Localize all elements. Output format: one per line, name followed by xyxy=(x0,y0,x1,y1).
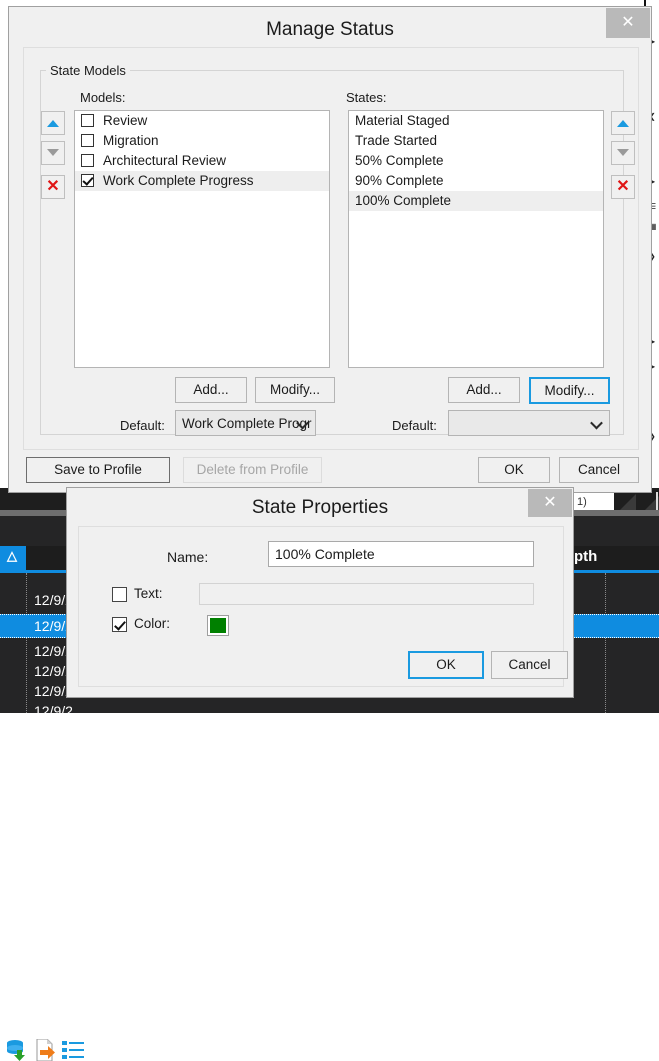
list-item[interactable]: Architectural Review xyxy=(75,151,329,171)
checkbox-icon[interactable] xyxy=(81,114,94,127)
list-item[interactable]: 50% Complete xyxy=(349,151,603,171)
state-properties-dialog: State Properties ✕ Name: 100% Complete T… xyxy=(66,487,574,698)
delete-x-icon: ✕ xyxy=(46,178,60,195)
list-item-label: Architectural Review xyxy=(103,153,227,168)
models-delete-button[interactable]: ✕ xyxy=(41,175,65,199)
states-move-up-button[interactable] xyxy=(611,111,635,135)
list-item[interactable]: Work Complete Progress xyxy=(75,171,329,191)
checkbox-icon[interactable] xyxy=(81,174,94,187)
list-item-label: Material Staged xyxy=(355,113,450,128)
chevron-down-icon xyxy=(617,149,629,156)
states-delete-button[interactable]: ✕ xyxy=(611,175,635,199)
background-active-tab[interactable]: 1) xyxy=(574,492,614,512)
manage-status-dialog: Manage Status ✕ State Models Models: Sta… xyxy=(8,6,652,493)
cancel-button[interactable]: Cancel xyxy=(559,457,639,483)
checkbox-icon[interactable] xyxy=(112,617,127,632)
close-icon[interactable]: ✕ xyxy=(606,8,650,38)
state-properties-title: State Properties xyxy=(251,497,389,518)
text-field xyxy=(199,583,534,605)
ok-button[interactable]: OK xyxy=(478,457,550,483)
checkbox-icon[interactable] xyxy=(112,587,127,602)
document-export-icon[interactable] xyxy=(34,1039,56,1061)
close-icon-glyph: ✕ xyxy=(621,14,635,31)
grid-cell-date[interactable]: 12/9/2 xyxy=(34,703,73,719)
name-label: Name: xyxy=(167,549,209,565)
chevron-up-icon xyxy=(47,120,59,127)
delete-from-profile-button: Delete from Profile xyxy=(183,457,322,483)
tab-divider xyxy=(656,492,658,510)
tab-shape-icon xyxy=(620,494,636,510)
list-item[interactable]: 90% Complete xyxy=(349,171,603,191)
models-caption: Models: xyxy=(80,90,126,105)
state-properties-content-panel: Name: 100% Complete Text: Color: OK Canc… xyxy=(78,526,568,687)
chevron-down-icon xyxy=(47,149,59,156)
grid-column-separator xyxy=(605,573,606,713)
save-to-profile-button[interactable]: Save to Profile xyxy=(26,457,170,483)
models-modify-button[interactable]: Modify... xyxy=(255,377,335,403)
models-listbox[interactable]: Review Migration Architectural Review Wo… xyxy=(74,110,330,368)
states-add-button[interactable]: Add... xyxy=(448,377,520,403)
database-import-icon[interactable] xyxy=(6,1039,28,1061)
list-item[interactable]: Review xyxy=(75,111,329,131)
states-listbox[interactable]: Material Staged Trade Started 50% Comple… xyxy=(348,110,604,368)
states-modify-button[interactable]: Modify... xyxy=(529,377,610,404)
models-default-caption: Default: xyxy=(120,418,165,433)
state-models-legend: State Models xyxy=(46,63,130,78)
models-default-combo[interactable]: Work Complete Progr xyxy=(175,410,316,436)
chevron-down-icon xyxy=(592,420,601,426)
close-icon[interactable]: ✕ xyxy=(528,489,572,517)
chevron-up-icon xyxy=(617,120,629,127)
checkbox-icon[interactable] xyxy=(81,154,94,167)
states-default-combo[interactable] xyxy=(448,410,610,436)
cancel-button[interactable]: Cancel xyxy=(491,651,568,679)
list-icon[interactable] xyxy=(62,1039,84,1061)
color-label: Color: xyxy=(134,616,171,631)
color-swatch-icon xyxy=(210,618,226,633)
grid-column-header-depth[interactable]: pth xyxy=(574,548,597,565)
chevron-down-icon xyxy=(298,420,307,426)
states-default-caption: Default: xyxy=(392,418,437,433)
grid-column-separator xyxy=(26,573,27,713)
checkbox-icon[interactable] xyxy=(81,134,94,147)
ok-button[interactable]: OK xyxy=(408,651,484,679)
list-item-label: 50% Complete xyxy=(355,153,444,168)
name-field[interactable]: 100% Complete xyxy=(268,541,534,567)
text-label: Text: xyxy=(134,586,163,601)
list-item[interactable]: Material Staged xyxy=(349,111,603,131)
models-default-value: Work Complete Progr xyxy=(182,416,312,431)
states-caption: States: xyxy=(346,90,387,105)
list-item[interactable]: 100% Complete xyxy=(349,191,603,211)
list-item-label: Work Complete Progress xyxy=(103,173,254,188)
delete-x-icon: ✕ xyxy=(616,178,630,195)
list-item-label: Review xyxy=(103,113,148,128)
list-item-label: 100% Complete xyxy=(355,193,452,208)
list-item-label: 90% Complete xyxy=(355,173,444,188)
list-item-label: Trade Started xyxy=(355,133,438,148)
color-picker-button[interactable] xyxy=(207,615,229,636)
manage-status-content-panel: State Models Models: States: ✕ Review Mi… xyxy=(23,47,639,450)
models-add-button[interactable]: Add... xyxy=(175,377,247,403)
states-move-down-button[interactable] xyxy=(611,141,635,165)
list-item[interactable]: Trade Started xyxy=(349,131,603,151)
list-item[interactable]: Migration xyxy=(75,131,329,151)
models-move-up-button[interactable] xyxy=(41,111,65,135)
list-item-label: Migration xyxy=(103,133,159,148)
models-move-down-button[interactable] xyxy=(41,141,65,165)
manage-status-title: Manage Status xyxy=(266,19,394,40)
sort-ascending-icon: △ xyxy=(7,548,17,563)
close-icon-glyph: ✕ xyxy=(543,494,557,511)
